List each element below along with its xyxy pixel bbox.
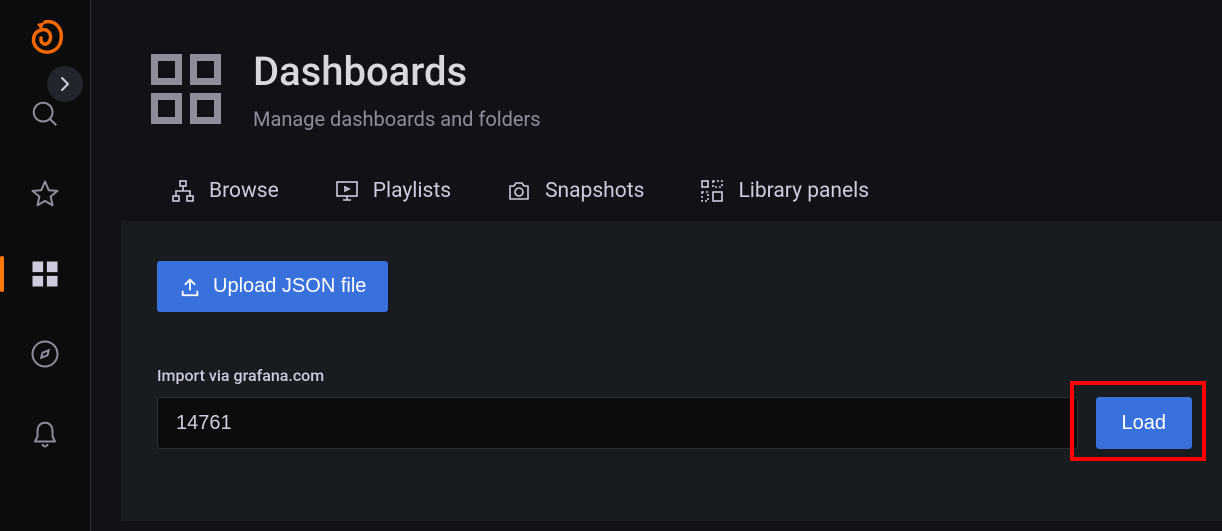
tab-library-panels[interactable]: Library panels (700, 179, 869, 221)
sidebar (0, 0, 90, 531)
nav-dashboards[interactable] (19, 248, 71, 300)
tab-browse-label: Browse (209, 179, 279, 203)
tab-snapshots-label: Snapshots (545, 179, 644, 203)
tab-library-label: Library panels (738, 179, 869, 203)
import-panel: Upload JSON file Import via grafana.com … (121, 221, 1222, 521)
load-wrap: Load (1096, 397, 1193, 449)
tab-playlists[interactable]: Playlists (335, 179, 451, 221)
tab-snapshots[interactable]: Snapshots (507, 179, 644, 221)
logo-wrap (25, 18, 65, 58)
sitemap-icon (171, 179, 195, 203)
page-header-text: Dashboards Manage dashboards and folders (253, 48, 541, 131)
nav-search[interactable] (19, 88, 71, 140)
presentation-icon (335, 179, 359, 203)
grafana-logo[interactable] (25, 18, 65, 58)
upload-icon (179, 276, 201, 298)
import-row: Load (157, 397, 1192, 449)
dashboards-icon (151, 54, 221, 124)
import-id-input[interactable] (157, 397, 1078, 449)
tab-playlists-label: Playlists (373, 179, 451, 203)
import-label: Import via grafana.com (157, 366, 1192, 385)
library-panel-icon (700, 179, 724, 203)
nav-explore[interactable] (19, 328, 71, 380)
nav-starred[interactable] (19, 168, 71, 220)
upload-json-label: Upload JSON file (213, 275, 366, 298)
page-title: Dashboards (253, 48, 541, 95)
upload-json-button[interactable]: Upload JSON file (157, 261, 388, 312)
page-subtitle: Manage dashboards and folders (253, 107, 541, 131)
main-content: Dashboards Manage dashboards and folders… (90, 0, 1222, 531)
camera-icon (507, 179, 531, 203)
page-header: Dashboards Manage dashboards and folders (91, 0, 1222, 131)
nav-alerting[interactable] (19, 408, 71, 460)
tab-browse[interactable]: Browse (171, 179, 279, 221)
load-button[interactable]: Load (1096, 397, 1193, 449)
tabs: Browse Playlists Snapshots Library panel… (91, 131, 1222, 221)
